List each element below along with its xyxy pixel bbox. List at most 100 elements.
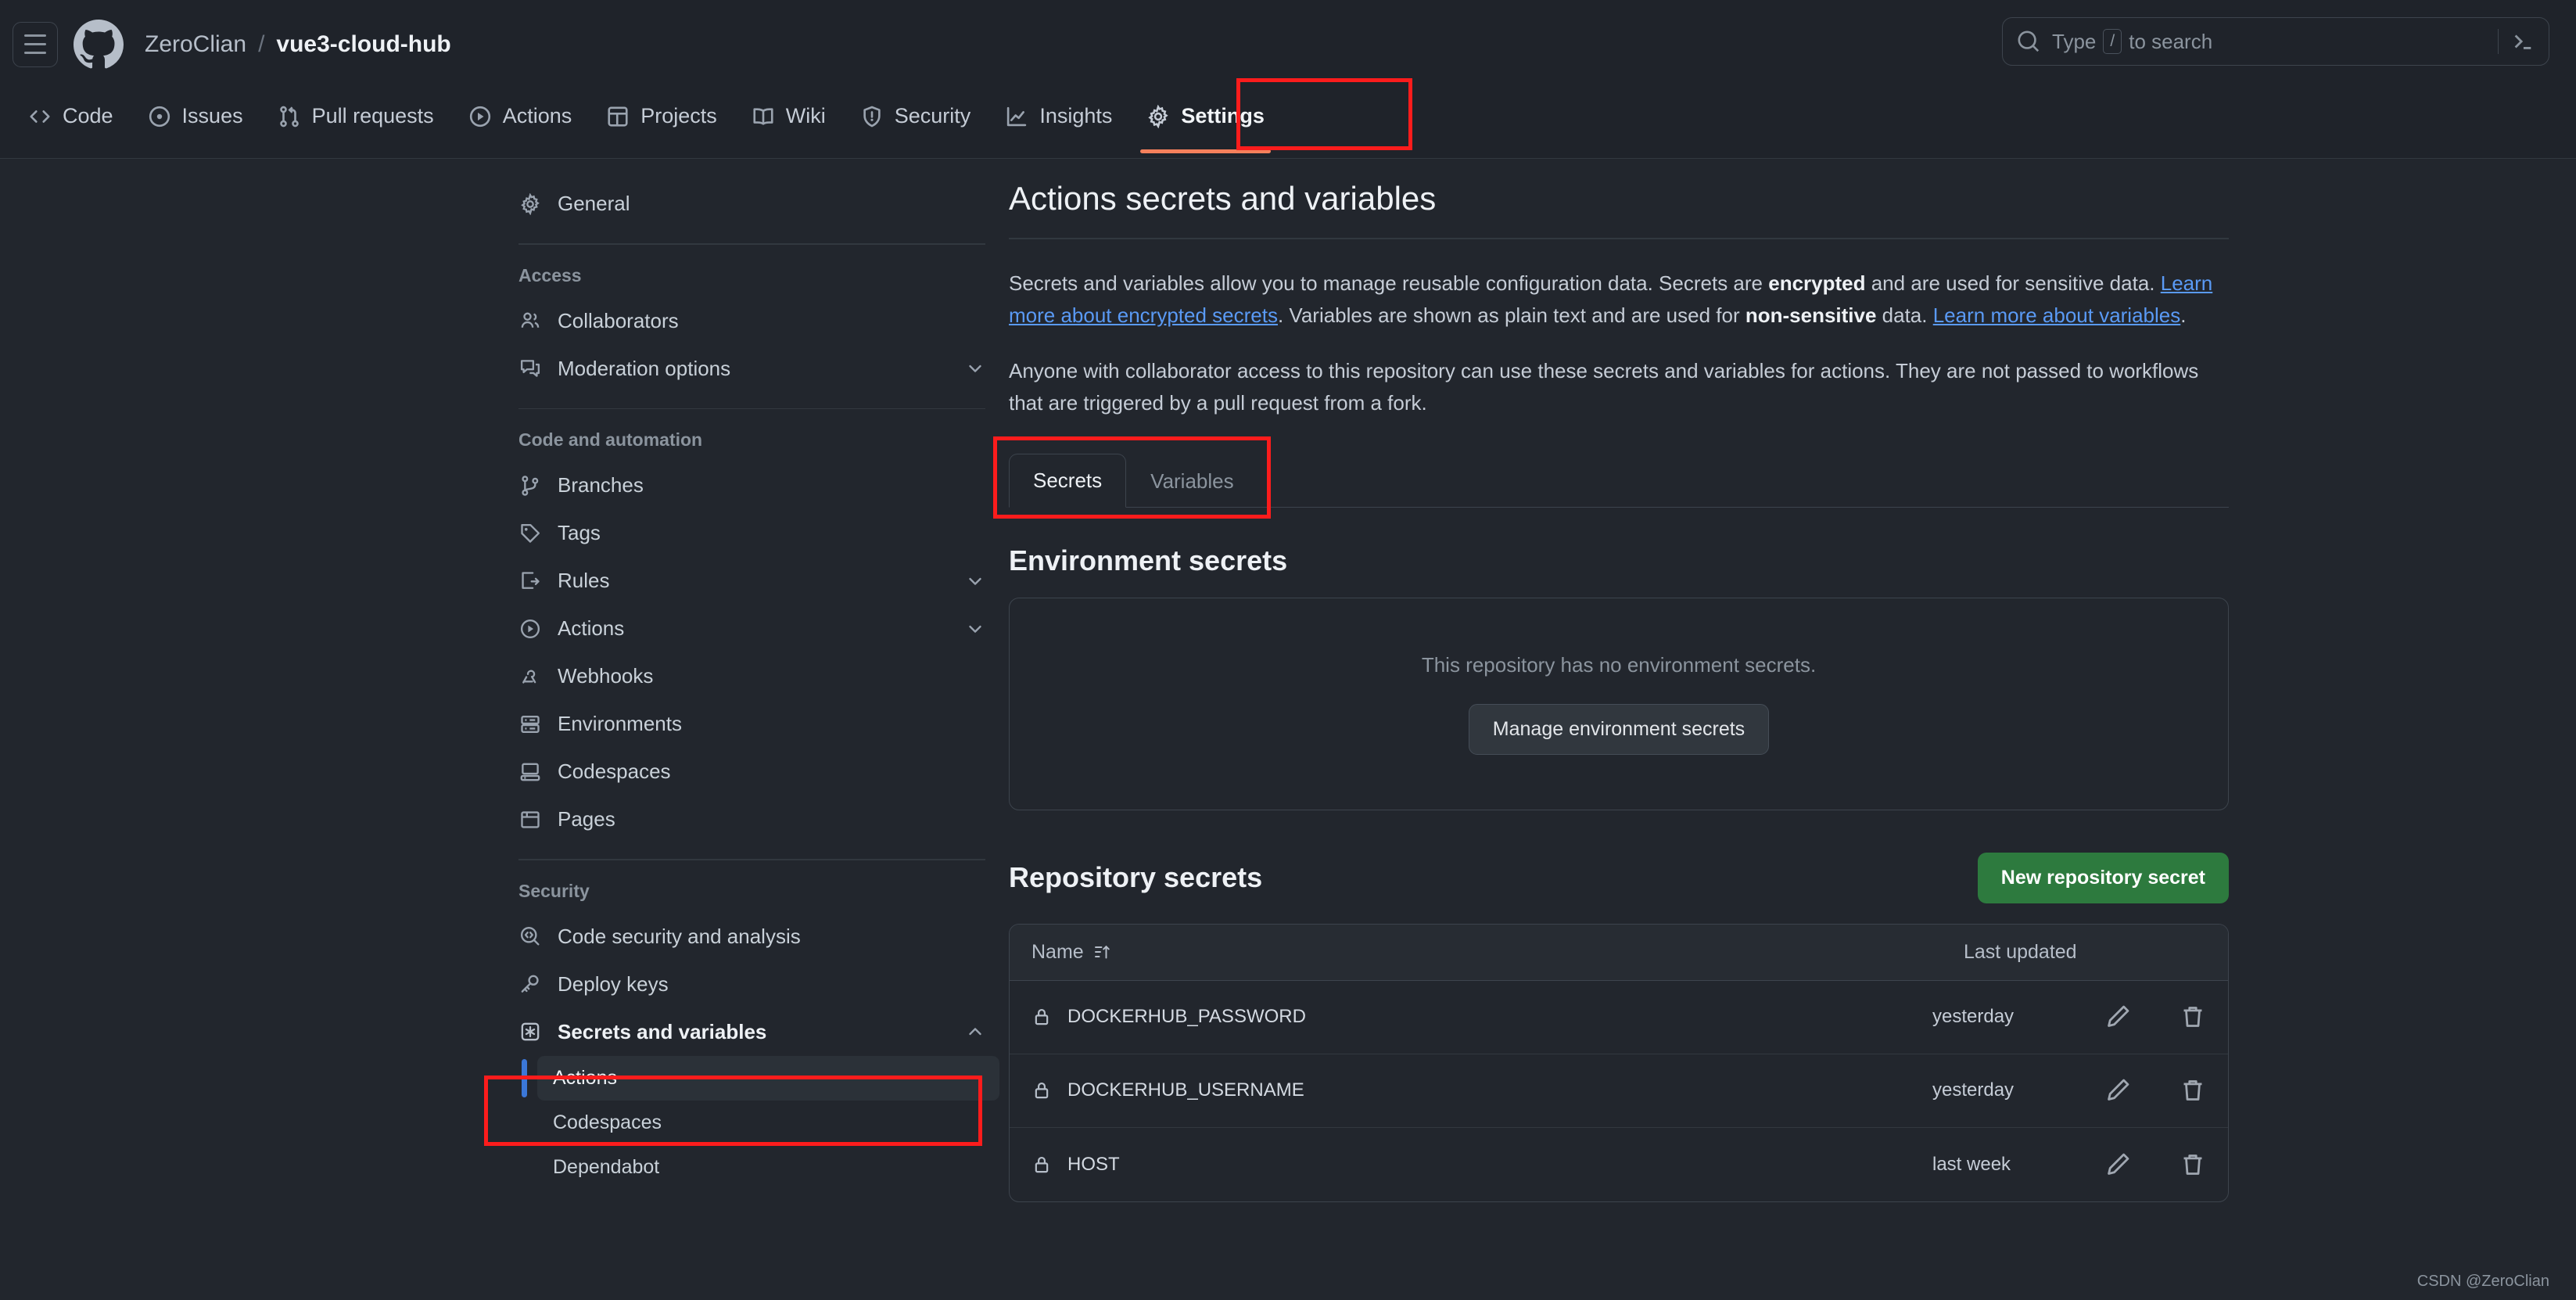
- sidebar-item-code-security-and-analysis[interactable]: Code security and analysis: [504, 913, 999, 961]
- environment-secrets-empty-state: This repository has no environment secre…: [1009, 597, 2229, 810]
- nav-item-wiki[interactable]: Wiki: [734, 88, 843, 144]
- sidebar-item-secrets-and-variables[interactable]: Secrets and variables: [504, 1008, 999, 1056]
- sidebar-item-label: Secrets and variables: [558, 1019, 767, 1043]
- secrets-variables-tabs: Secrets Variables: [993, 436, 2229, 519]
- git-pull-request-icon: [279, 106, 299, 127]
- sidebar-item-collaborators[interactable]: Collaborators: [504, 297, 999, 345]
- sidebar-item-label: Collaborators: [558, 308, 679, 332]
- sidebar-item-pages[interactable]: Pages: [504, 795, 999, 843]
- environment-secrets-empty-message: This repository has no environment secre…: [1421, 652, 1817, 677]
- manage-environment-secrets-button[interactable]: Manage environment secrets: [1468, 703, 1770, 755]
- breadcrumb-owner[interactable]: ZeroClian: [145, 31, 246, 58]
- page-body: General Access Collaborators Moderation …: [0, 159, 2576, 1300]
- breadcrumb-separator: /: [258, 31, 265, 57]
- tab-secrets[interactable]: Secrets: [1009, 454, 1127, 508]
- main-content: Actions secrets and variables Secrets an…: [993, 180, 2229, 1202]
- nav-item-actions[interactable]: Actions: [451, 88, 590, 144]
- column-header-name-label: Name: [1031, 940, 1084, 963]
- sidebar-divider: [518, 243, 985, 245]
- nav-item-label: Code: [63, 104, 113, 127]
- issue-opened-icon: [149, 106, 170, 127]
- nav-item-label: Settings: [1181, 104, 1265, 127]
- sidebar-item-general[interactable]: General: [504, 180, 999, 228]
- secret-last-updated: yesterday: [1932, 1079, 2015, 1101]
- repository-secrets-table: Name Last updated DOCKERHUB_PASSWORD yes…: [1009, 923, 2229, 1202]
- search-placeholder-prefix: Type: [2052, 29, 2097, 53]
- column-header-name[interactable]: Name: [1031, 941, 1964, 964]
- people-icon: [518, 309, 542, 332]
- sidebar-item-deploy-keys[interactable]: Deploy keys: [504, 961, 999, 1008]
- search-input[interactable]: Type / to search: [2002, 17, 2549, 66]
- desc-part-2: and are used for sensitive data.: [1865, 271, 2161, 295]
- table-row[interactable]: DOCKERHUB_USERNAME yesterday: [1010, 1054, 2228, 1128]
- play-icon: [518, 617, 542, 641]
- nav-item-label: Security: [894, 104, 971, 127]
- sidebar-item-branches[interactable]: Branches: [504, 461, 999, 509]
- repository-secrets-header: Repository secrets New repository secret: [1009, 852, 2229, 903]
- search-placeholder-suffix: to search: [2129, 29, 2213, 53]
- trash-icon[interactable]: [2180, 1077, 2206, 1104]
- lock-icon: [1035, 1156, 1049, 1173]
- hamburger-menu-button[interactable]: [13, 21, 58, 67]
- terminal-icon[interactable]: [2511, 30, 2535, 53]
- secret-name: DOCKERHUB_PASSWORD: [1067, 1006, 1306, 1028]
- nav-item-issues[interactable]: Issues: [131, 88, 260, 144]
- pencil-icon[interactable]: [2104, 1151, 2131, 1178]
- pencil-icon[interactable]: [2104, 1077, 2131, 1104]
- chevron-down-icon: [969, 577, 981, 585]
- trash-icon[interactable]: [2180, 1151, 2206, 1178]
- desc-part-1: Secrets and variables allow you to manag…: [1009, 271, 1769, 295]
- nav-item-security[interactable]: Security: [843, 88, 988, 144]
- tab-variables[interactable]: Variables: [1126, 454, 1258, 508]
- sidebar-item-label: Moderation options: [558, 356, 731, 380]
- sidebar-subitem-label: Dependabot: [553, 1155, 660, 1178]
- nav-item-code[interactable]: Code: [11, 88, 131, 144]
- browser-icon: [518, 808, 542, 831]
- sidebar-item-label: Rules: [558, 569, 610, 593]
- sidebar-item-moderation-options[interactable]: Moderation options: [504, 345, 999, 393]
- sidebar-group-title-security: Security: [518, 880, 590, 901]
- graph-icon: [1007, 106, 1027, 126]
- top-header: ZeroClian / vue3-cloud-hub Type / to sea…: [0, 0, 2576, 88]
- nav-item-pull-requests[interactable]: Pull requests: [260, 88, 451, 144]
- sidebar-item-rules[interactable]: Rules: [504, 557, 999, 605]
- nav-item-label: Issues: [181, 104, 243, 127]
- nav-item-settings[interactable]: Settings: [1129, 88, 1282, 153]
- pencil-icon[interactable]: [2104, 1004, 2131, 1030]
- sidebar-group-title-code-automation: Code and automation: [518, 429, 703, 451]
- chevron-down-icon: [969, 365, 981, 372]
- sidebar-subitem-actions[interactable]: Actions: [522, 1055, 999, 1101]
- new-repository-secret-button[interactable]: New repository secret: [1977, 852, 2229, 903]
- sidebar-subitem-dependabot[interactable]: Dependabot: [537, 1145, 999, 1190]
- key-icon: [518, 972, 542, 996]
- sidebar-subitem-codespaces[interactable]: Codespaces: [537, 1101, 999, 1145]
- table-row[interactable]: DOCKERHUB_PASSWORD yesterday: [1010, 981, 2228, 1054]
- sidebar-item-tags[interactable]: Tags: [504, 509, 999, 557]
- github-logo-icon[interactable]: [74, 19, 124, 70]
- settings-sidebar: General Access Collaborators Moderation …: [504, 180, 999, 1190]
- sort-asc-icon: [1094, 945, 1110, 959]
- desc-bold-encrypted: encrypted: [1768, 271, 1866, 295]
- rules-icon: [518, 569, 542, 593]
- tag-icon: [518, 522, 542, 545]
- nav-item-insights[interactable]: Insights: [988, 88, 1129, 144]
- sidebar-item-label: Code security and analysis: [558, 924, 801, 948]
- tab-label: Secrets: [1033, 469, 1103, 493]
- repository-nav: Code Issues Pull requests Actions Projec…: [0, 88, 2576, 159]
- table-row[interactable]: HOST last week: [1010, 1128, 2228, 1201]
- secret-name: DOCKERHUB_USERNAME: [1067, 1079, 1304, 1101]
- nav-item-projects[interactable]: Projects: [589, 88, 734, 144]
- secret-last-updated: yesterday: [1932, 1006, 2015, 1028]
- sidebar-item-codespaces[interactable]: Codespaces: [504, 748, 999, 795]
- sidebar-item-actions[interactable]: Actions: [504, 605, 999, 652]
- trash-icon[interactable]: [2180, 1004, 2206, 1030]
- sidebar-item-label: Deploy keys: [558, 971, 669, 996]
- lock-icon: [1035, 1009, 1049, 1025]
- sidebar-item-webhooks[interactable]: Webhooks: [504, 652, 999, 700]
- sidebar-item-label: Tags: [558, 521, 601, 545]
- environment-secrets-title: Environment secrets: [1009, 544, 1288, 576]
- sidebar-item-environments[interactable]: Environments: [504, 700, 999, 748]
- link-variables[interactable]: Learn more about variables: [1933, 303, 2181, 327]
- breadcrumb-repo[interactable]: vue3-cloud-hub: [276, 31, 450, 58]
- play-icon: [469, 106, 490, 127]
